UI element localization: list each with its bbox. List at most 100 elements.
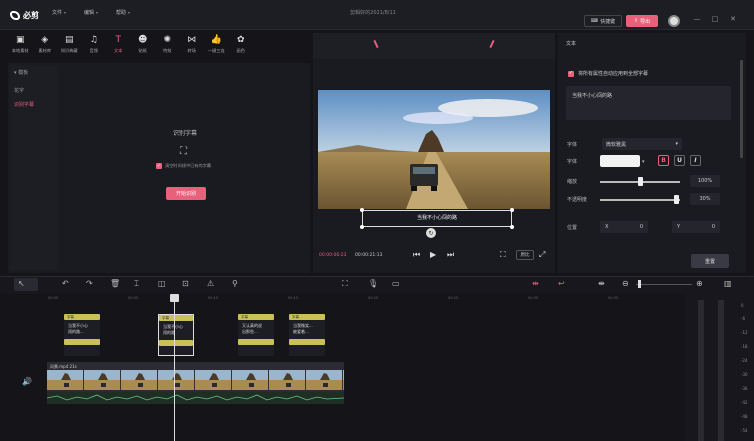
keyboard-icon: ⌨ [590, 18, 599, 24]
text-color-swatch[interactable] [600, 155, 640, 167]
close-button[interactable]: ✕ [728, 15, 738, 23]
tool-asset-library[interactable]: ◈ 素材库 [33, 33, 58, 61]
font-select-value: 微软雅黑 [606, 142, 627, 148]
delete-icon[interactable]: 🗑 [110, 279, 120, 288]
tool-knowledge[interactable]: ▤ 知识典藏 [57, 33, 82, 61]
timeline-ruler[interactable] [46, 294, 686, 302]
caption-clip[interactable]: 字幕 当我微笑... 被爱着... [289, 314, 325, 356]
chevron-down-icon: ▾ [64, 10, 67, 15]
playhead[interactable] [174, 294, 175, 441]
tool-effect[interactable]: ✺ 特效 [155, 33, 180, 61]
cursor-icon: ↖ [18, 279, 25, 288]
link-icon[interactable]: ⇹ [532, 279, 539, 288]
prev-frame-icon[interactable]: ⏮ [413, 250, 420, 260]
resize-handle[interactable] [510, 208, 514, 212]
reset-button[interactable]: 重置 [691, 254, 729, 268]
ruler-tick: 00:15 [288, 296, 299, 300]
freeze-frame-icon[interactable]: ◫ [158, 279, 166, 288]
next-frame-icon[interactable]: ⏭ [447, 250, 454, 260]
rotate-icon[interactable]: ↻ [426, 228, 436, 238]
project-title: 剪辑好的2021/8/11 [350, 10, 396, 16]
aspect-ratio-button[interactable]: 原比 [516, 250, 534, 260]
preview-header [313, 33, 555, 59]
play-icon[interactable]: ▶ [430, 250, 436, 259]
auto-recognize-icon[interactable]: ⛶ [342, 279, 348, 289]
redo-icon[interactable]: ↷ [86, 279, 93, 288]
tool-transition[interactable]: ⋈ 转场 [180, 33, 205, 61]
tool-local-media[interactable]: ▣ 本地素材 [8, 33, 33, 61]
opacity-value[interactable]: 30% [690, 193, 720, 205]
italic-button[interactable]: I [690, 155, 701, 166]
resize-handle[interactable] [360, 225, 364, 229]
underline-button[interactable]: U [674, 155, 685, 166]
crop-icon[interactable]: ⛶ [500, 250, 506, 260]
subnav-item-template[interactable]: ▾ 模板 [14, 69, 28, 76]
menu-file[interactable]: 文件 ▾ [52, 9, 66, 16]
mirror-icon[interactable]: ⚠ [207, 279, 214, 288]
split-icon[interactable]: ⌶ [134, 279, 139, 289]
video-thumbnails [47, 370, 344, 390]
position-y-input[interactable]: Y0 [672, 221, 720, 233]
resize-handle[interactable] [360, 208, 364, 212]
chevron-down-icon[interactable]: ▾ [642, 159, 645, 165]
properties-scrollbar[interactable] [740, 60, 743, 158]
maximize-button[interactable]: □ [710, 15, 720, 23]
minimize-button[interactable]: — [692, 15, 702, 23]
text-subnav: ▾ 模板 花字 识别字幕 [10, 65, 58, 271]
chevron-down-icon: ▾ [96, 10, 99, 15]
zoom-slider-handle[interactable] [638, 280, 641, 288]
caption-clip[interactable]: 字幕 当我不小心 闯的路... [64, 314, 100, 356]
effect-icon: ✺ [163, 35, 172, 45]
caption-line: 闯的路... [68, 329, 84, 334]
start-recognition-button[interactable]: 开始识别 [166, 187, 206, 200]
position-y-value: 0 [711, 224, 715, 230]
subnav-item-fancy-text[interactable]: 花字 [14, 87, 24, 94]
microphone-icon[interactable]: 🎙 [368, 279, 378, 288]
caption-clip-selected[interactable]: 字幕 当我不小心 闯的路 [158, 314, 194, 356]
subnav-item-recognize-captions[interactable]: 识别字幕 [14, 101, 34, 108]
thumbnail-strip [47, 370, 344, 390]
tool-label: 画色 [236, 48, 245, 53]
replace-icon[interactable]: ⊡ [182, 279, 189, 288]
tool-sticker[interactable]: ☻ 贴纸 [131, 33, 156, 61]
clear-captions-checkbox[interactable]: ✓ 清空时间线中已有的字幕 [156, 163, 211, 169]
ruler-tick: 00:10 [208, 296, 219, 300]
zoom-out-icon[interactable]: ⊖ [622, 279, 629, 288]
menu-help[interactable]: 帮助 ▾ [116, 9, 130, 16]
menu-edit[interactable]: 编辑 ▾ [84, 9, 98, 16]
position-x-input[interactable]: X0 [600, 221, 648, 233]
playhead-handle[interactable] [170, 294, 179, 302]
record-icon[interactable]: ▭ [392, 279, 400, 288]
ruler-tick: 00:05 [128, 296, 139, 300]
caption-clip[interactable]: 字幕 又认真的说 出那些... [238, 314, 274, 356]
caption-clip-footer [289, 339, 325, 345]
apply-all-checkbox[interactable]: ✓ 将所有属性自动应用到全部字幕 [568, 70, 648, 77]
font-select[interactable]: 微软雅黑 ▾ [602, 138, 682, 150]
avatar[interactable] [668, 15, 680, 27]
video-frame[interactable] [318, 90, 550, 209]
fullscreen-icon[interactable]: ⤢ [539, 250, 545, 260]
zoom-slider[interactable] [636, 284, 692, 285]
zoom-in-icon[interactable]: ⊕ [696, 279, 703, 288]
tool-text[interactable]: T 文本 [106, 33, 131, 61]
export-button[interactable]: ⇪ 导出 [626, 15, 658, 27]
speaker-icon[interactable]: 🔊 [22, 377, 32, 386]
scale-slider-handle[interactable] [638, 177, 643, 186]
panel-toggle-icon[interactable]: ▥ [724, 279, 732, 288]
bold-button[interactable]: B [658, 155, 669, 166]
waveform-graphic [46, 394, 345, 401]
scale-value[interactable]: 100% [690, 175, 720, 187]
total-time: 00:00:21:13 [355, 253, 383, 258]
undo-icon[interactable]: ↶ [62, 279, 69, 288]
caption-clip-text: 当我不小心 闯的路 [159, 321, 193, 336]
magnet-icon[interactable]: ↩ [558, 279, 565, 288]
fit-icon[interactable]: ⇼ [598, 279, 605, 288]
opacity-slider-handle[interactable] [674, 195, 679, 204]
tool-palette[interactable]: ✿ 画色 [229, 33, 254, 61]
resize-handle[interactable] [510, 225, 514, 229]
shortcut-button[interactable]: ⌨ 快捷键 [584, 15, 622, 27]
opacity-slider[interactable] [600, 199, 680, 201]
tool-audio[interactable]: ♫ 音频 [82, 33, 107, 61]
marker-icon[interactable]: ⚲ [232, 279, 238, 288]
tool-triple-like[interactable]: 👍 一键三连 [204, 33, 229, 61]
